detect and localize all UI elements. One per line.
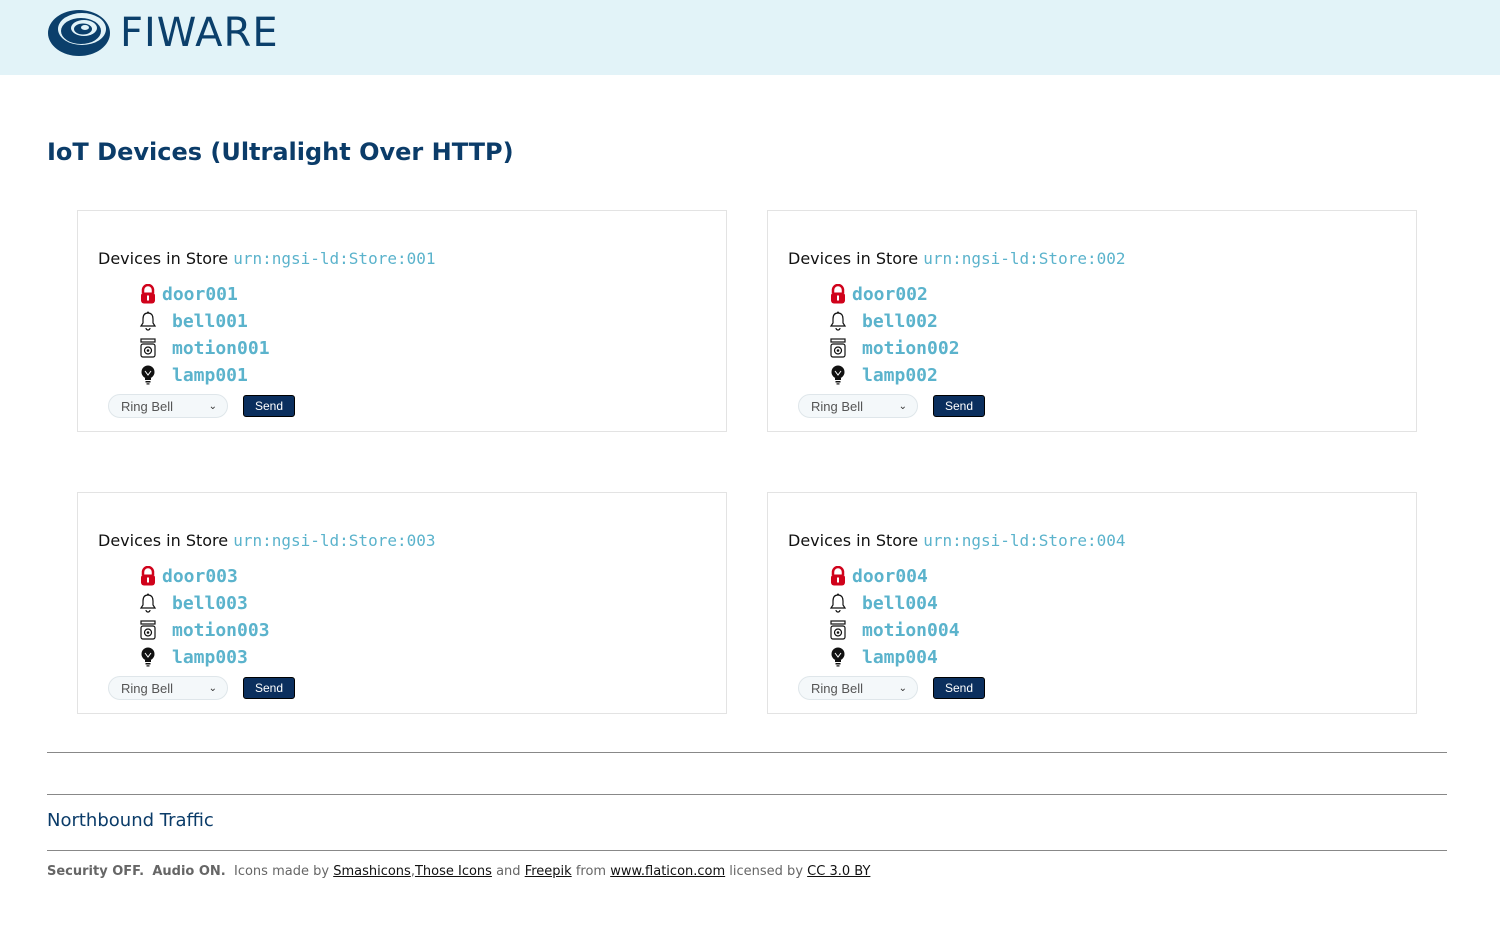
fiware-logo[interactable]: FIWARE xyxy=(46,7,279,59)
freepik-link[interactable]: Freepik xyxy=(525,864,572,879)
license-link[interactable]: CC 3.0 BY xyxy=(807,864,870,879)
device-motion[interactable]: motion002 xyxy=(828,335,960,361)
device-name: bell003 xyxy=(172,592,248,614)
command-select[interactable]: Ring Bell ⌄ xyxy=(108,394,228,418)
command-controls: Ring Bell ⌄ Send xyxy=(798,676,985,700)
bell-icon xyxy=(138,592,158,614)
divider xyxy=(47,794,1447,795)
send-button[interactable]: Send xyxy=(243,395,295,417)
device-door[interactable]: door001 xyxy=(138,281,238,307)
device-motion[interactable]: motion001 xyxy=(138,335,270,361)
device-lamp[interactable]: lamp001 xyxy=(138,362,248,388)
lock-icon xyxy=(828,283,848,305)
device-bell[interactable]: bell002 xyxy=(828,308,938,334)
divider xyxy=(47,850,1447,851)
device-lamp[interactable]: lamp002 xyxy=(828,362,938,388)
device-name: motion002 xyxy=(862,337,960,359)
device-bell[interactable]: bell004 xyxy=(828,590,938,616)
device-door[interactable]: door002 xyxy=(828,281,928,307)
device-name: door001 xyxy=(162,283,238,305)
device-name: motion004 xyxy=(862,619,960,641)
lock-icon xyxy=(138,283,158,305)
device-name: bell004 xyxy=(862,592,938,614)
device-door[interactable]: door004 xyxy=(828,563,928,589)
smashicons-link[interactable]: Smashicons xyxy=(333,864,411,879)
security-status: Security OFF. xyxy=(47,864,145,879)
fiware-swirl-icon xyxy=(48,10,110,56)
command-select[interactable]: Ring Bell ⌄ xyxy=(108,676,228,700)
page-title: IoT Devices (Ultralight Over HTTP) xyxy=(47,138,514,166)
device-lamp[interactable]: lamp003 xyxy=(138,644,248,670)
motion-sensor-icon xyxy=(828,337,848,359)
lamp-icon xyxy=(138,364,158,386)
device-name: lamp004 xyxy=(862,646,938,668)
card-title: Devices in Store urn:ngsi-ld:Store:002 xyxy=(788,249,1126,268)
store-card-003: Devices in Store urn:ngsi-ld:Store:003 d… xyxy=(77,492,727,714)
chevron-down-icon: ⌄ xyxy=(898,400,907,412)
device-lamp[interactable]: lamp004 xyxy=(828,644,938,670)
store-urn: urn:ngsi-ld:Store:004 xyxy=(923,531,1126,550)
device-name: lamp001 xyxy=(172,364,248,386)
those-icons-link[interactable]: Those Icons xyxy=(415,864,492,879)
motion-sensor-icon xyxy=(138,619,158,641)
footer: Security OFF. Audio ON. Icons made by Sm… xyxy=(47,864,871,879)
device-bell[interactable]: bell003 xyxy=(138,590,248,616)
lamp-icon xyxy=(828,364,848,386)
device-name: motion003 xyxy=(172,619,270,641)
motion-sensor-icon xyxy=(828,619,848,641)
card-title: Devices in Store urn:ngsi-ld:Store:003 xyxy=(98,531,436,550)
store-urn: urn:ngsi-ld:Store:001 xyxy=(233,249,436,268)
device-door[interactable]: door003 xyxy=(138,563,238,589)
store-card-002: Devices in Store urn:ngsi-ld:Store:002 d… xyxy=(767,210,1417,432)
card-title: Devices in Store urn:ngsi-ld:Store:001 xyxy=(98,249,436,268)
northbound-heading: Northbound Traffic xyxy=(47,810,214,831)
send-button[interactable]: Send xyxy=(243,677,295,699)
command-select[interactable]: Ring Bell ⌄ xyxy=(798,394,918,418)
motion-sensor-icon xyxy=(138,337,158,359)
bell-icon xyxy=(138,310,158,332)
top-banner: FIWARE xyxy=(0,0,1500,75)
command-controls: Ring Bell ⌄ Send xyxy=(108,394,295,418)
command-controls: Ring Bell ⌄ Send xyxy=(108,676,295,700)
store-urn: urn:ngsi-ld:Store:003 xyxy=(233,531,436,550)
lamp-icon xyxy=(138,646,158,668)
divider xyxy=(47,752,1447,753)
card-title: Devices in Store urn:ngsi-ld:Store:004 xyxy=(788,531,1126,550)
store-urn: urn:ngsi-ld:Store:002 xyxy=(923,249,1126,268)
lock-icon xyxy=(828,565,848,587)
chevron-down-icon: ⌄ xyxy=(898,682,907,694)
bell-icon xyxy=(828,310,848,332)
store-card-004: Devices in Store urn:ngsi-ld:Store:004 d… xyxy=(767,492,1417,714)
chevron-down-icon: ⌄ xyxy=(208,400,217,412)
device-motion[interactable]: motion004 xyxy=(828,617,960,643)
send-button[interactable]: Send xyxy=(933,395,985,417)
lock-icon xyxy=(138,565,158,587)
bell-icon xyxy=(828,592,848,614)
command-select[interactable]: Ring Bell ⌄ xyxy=(798,676,918,700)
device-name: door004 xyxy=(852,565,928,587)
store-card-001: Devices in Store urn:ngsi-ld:Store:001 d… xyxy=(77,210,727,432)
device-name: bell002 xyxy=(862,310,938,332)
flaticon-link[interactable]: www.flaticon.com xyxy=(610,864,725,879)
device-name: bell001 xyxy=(172,310,248,332)
device-name: lamp003 xyxy=(172,646,248,668)
device-name: motion001 xyxy=(172,337,270,359)
device-name: door002 xyxy=(852,283,928,305)
device-motion[interactable]: motion003 xyxy=(138,617,270,643)
audio-status: Audio ON. xyxy=(152,864,226,879)
device-name: door003 xyxy=(162,565,238,587)
command-controls: Ring Bell ⌄ Send xyxy=(798,394,985,418)
send-button[interactable]: Send xyxy=(933,677,985,699)
lamp-icon xyxy=(828,646,848,668)
device-name: lamp002 xyxy=(862,364,938,386)
chevron-down-icon: ⌄ xyxy=(208,682,217,694)
device-bell[interactable]: bell001 xyxy=(138,308,248,334)
logo-text: FIWARE xyxy=(120,10,279,56)
